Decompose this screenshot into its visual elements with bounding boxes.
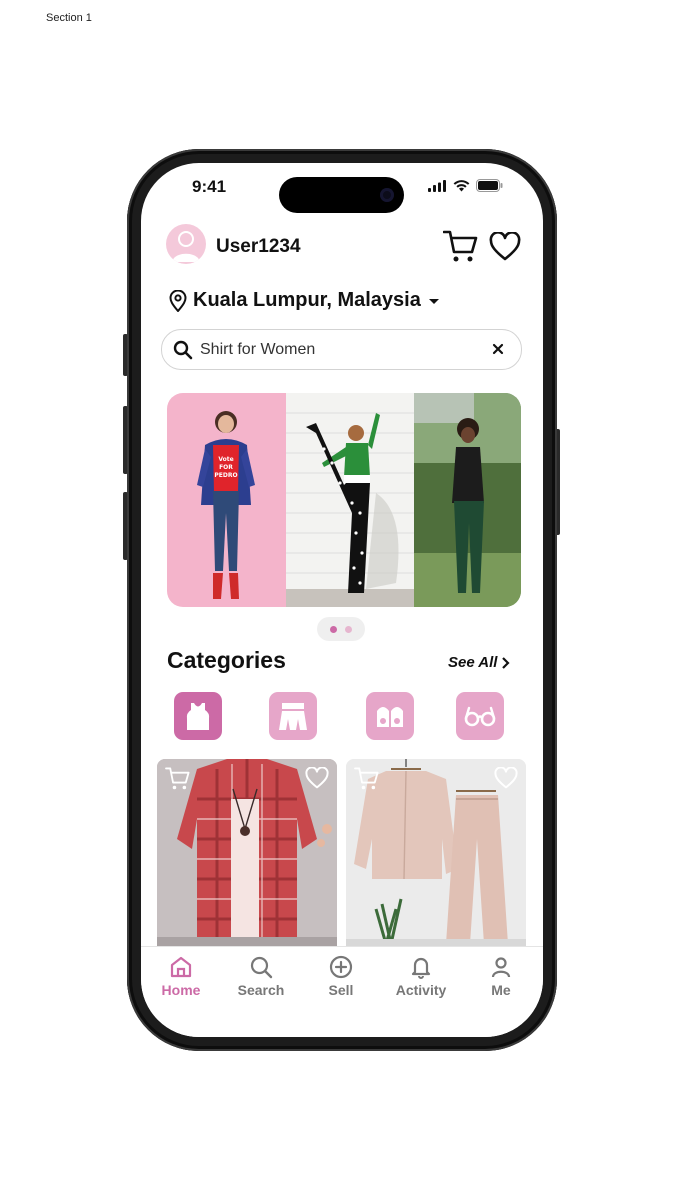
carousel-dot[interactable] [345, 625, 352, 633]
wishlist-button[interactable] [489, 231, 521, 266]
product-card[interactable] [157, 759, 337, 949]
dynamic-island [279, 177, 404, 213]
search-bar[interactable]: Shirt for Women [161, 329, 522, 370]
chevron-right-icon [502, 656, 511, 669]
user-icon [491, 957, 511, 978]
user-avatar-icon [172, 231, 200, 262]
tab-search[interactable]: Search [221, 955, 301, 998]
chevron-down-icon [428, 298, 439, 304]
tab-sell[interactable]: Sell [301, 955, 381, 998]
favorite-icon[interactable] [305, 767, 329, 789]
home-icon [170, 956, 192, 978]
category-tops[interactable] [174, 692, 222, 740]
search-icon [250, 956, 273, 979]
close-icon[interactable] [491, 342, 505, 356]
avatar[interactable] [166, 224, 206, 264]
carousel-indicator[interactable] [317, 617, 365, 641]
categories-title: Categories [167, 647, 286, 673]
promo-banner[interactable]: Vote FOR PEDRO [167, 393, 521, 607]
banner-photo-3 [414, 393, 521, 607]
add-to-cart-icon[interactable] [165, 767, 191, 791]
tab-search-label: Search [237, 982, 285, 998]
category-skirts[interactable] [269, 692, 317, 740]
category-accessories[interactable] [456, 692, 504, 740]
top-icon [186, 703, 210, 730]
banner-photo-2 [286, 393, 414, 607]
model-image [414, 393, 521, 607]
tab-activity-label: Activity [395, 982, 447, 998]
carousel-dot-active[interactable] [330, 625, 337, 633]
location-selector[interactable]: Kuala Lumpur, Malaysia [169, 289, 441, 312]
status-icons [428, 179, 503, 192]
glasses-icon [464, 706, 496, 727]
heart-icon [489, 231, 521, 261]
signal-icon [428, 179, 446, 192]
tab-bar: Home Search Sell Activity Me [141, 946, 543, 1037]
cart-icon [442, 230, 478, 262]
username: User1234 [216, 236, 301, 257]
shoes-icon [377, 707, 403, 727]
category-shoes[interactable] [366, 692, 414, 740]
tab-me[interactable]: Me [461, 955, 541, 998]
add-to-cart-icon[interactable] [354, 767, 380, 791]
shirt-print-line-3: PEDRO [214, 472, 237, 479]
shirt-print-line-1: Vote [218, 456, 233, 463]
map-pin-icon [169, 289, 187, 312]
location-label: Kuala Lumpur, Malaysia [193, 289, 421, 311]
search-icon [173, 340, 193, 360]
see-all-link[interactable]: See All [448, 654, 511, 671]
section-label: Section 1 [46, 12, 92, 24]
phone-screen: 9:41 User1234 Kuala Lumpur, Malaysia Shi… [141, 163, 543, 1037]
see-all-label: See All [448, 654, 498, 671]
model-image [286, 393, 414, 607]
banner-photo-1: Vote FOR PEDRO [167, 393, 286, 607]
cart-button[interactable] [442, 230, 479, 269]
tab-home-label: Home [161, 982, 201, 998]
product-card[interactable] [346, 759, 526, 949]
shirt-print-line-2: FOR [219, 464, 233, 471]
plus-circle-icon [329, 955, 353, 979]
tab-activity[interactable]: Activity [381, 955, 461, 998]
skirt-icon [279, 703, 307, 730]
model-image: Vote FOR PEDRO [197, 411, 255, 599]
search-input[interactable]: Shirt for Women [200, 341, 315, 359]
battery-icon [476, 179, 503, 192]
camera-icon [380, 188, 394, 202]
tab-sell-label: Sell [328, 982, 354, 998]
tab-me-label: Me [491, 982, 511, 998]
wifi-icon [453, 179, 470, 191]
status-time: 9:41 [192, 177, 227, 196]
favorite-icon[interactable] [494, 767, 518, 789]
bell-icon [411, 957, 431, 979]
tab-home[interactable]: Home [141, 955, 221, 998]
